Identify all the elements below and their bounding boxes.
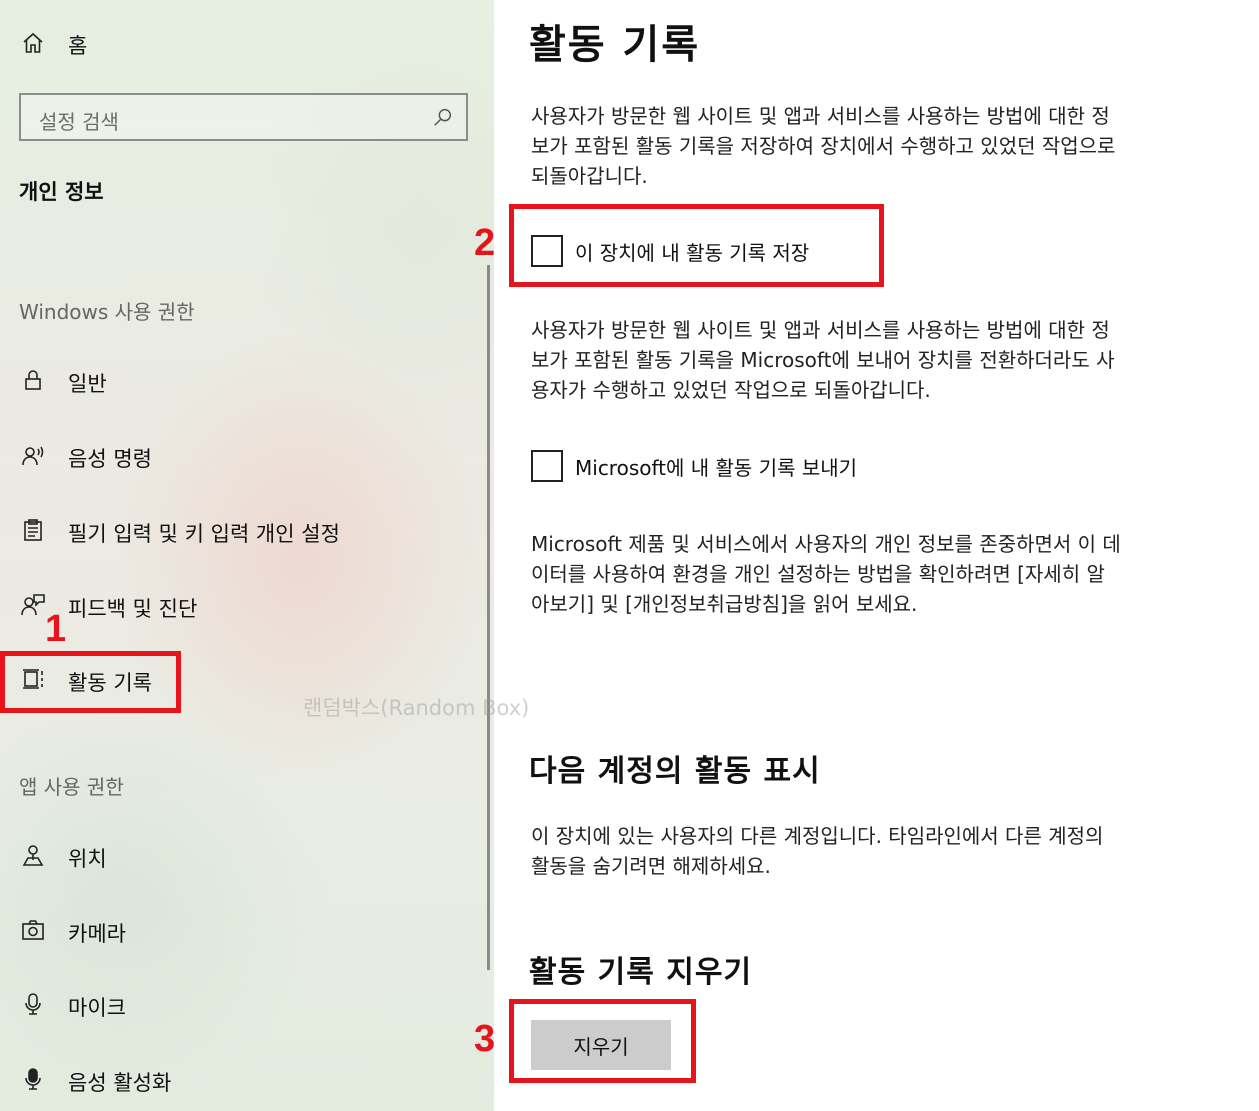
lock-icon xyxy=(20,367,46,393)
home-icon[interactable] xyxy=(20,30,46,56)
search-placeholder: 설정 검색 xyxy=(39,110,119,134)
sidebar-item-inking-typing[interactable]: 필기 입력 및 키 입력 개인 설정 xyxy=(68,518,340,548)
clear-history-heading: 활동 기록 지우기 xyxy=(529,955,753,990)
activity-history-page: 활동 기록 사용자가 방문한 웹 사이트 및 앱과 서비스를 사용하는 방법에 … xyxy=(494,0,1259,1111)
send-description: 사용자가 방문한 웹 사이트 및 앱과 서비스를 사용하는 방법에 대한 정 보… xyxy=(531,315,1231,405)
accounts-heading: 다음 계정의 활동 표시 xyxy=(529,754,821,789)
camera-icon xyxy=(20,917,46,943)
highlight-box-activity-history xyxy=(0,651,181,713)
send-line: 보가 포함된 활동 기록을 Microsoft에 보내어 장치를 전환하더라도 … xyxy=(531,348,1115,372)
voice-person-icon xyxy=(20,443,46,469)
microphone-icon xyxy=(20,991,46,1017)
section-title: 개인 정보 xyxy=(19,180,104,204)
send-line: 용자가 수행하고 있었던 작업으로 되돌아갑니다. xyxy=(531,378,931,402)
group-header-windows-permissions: Windows 사용 권한 xyxy=(19,300,195,324)
sidebar-item-location[interactable]: 위치 xyxy=(68,843,107,873)
sidebar-scrollbar[interactable] xyxy=(487,265,490,970)
privacy-description: Microsoft 제품 및 서비스에서 사용자의 개인 정보를 존중하면서 이… xyxy=(531,529,1231,619)
location-icon xyxy=(20,842,46,868)
sidebar-item-general[interactable]: 일반 xyxy=(68,368,107,398)
privacy-line: Microsoft 제품 및 서비스에서 사용자의 개인 정보를 존중하면서 이… xyxy=(531,532,1121,556)
watermark-text: 랜덤박스(Random Box) xyxy=(303,696,530,720)
voice-activation-icon xyxy=(20,1066,46,1092)
send-activity-checkbox-row[interactable]: Microsoft에 내 활동 기록 보내기 xyxy=(531,450,857,482)
intro-line: 보가 포함된 활동 기록을 저장하여 장치에서 수행하고 있었던 작업으로 xyxy=(531,134,1116,158)
send-activity-checkbox[interactable] xyxy=(531,450,563,482)
sidebar-item-voice-activation[interactable]: 음성 활성화 xyxy=(68,1067,171,1097)
intro-description: 사용자가 방문한 웹 사이트 및 앱과 서비스를 사용하는 방법에 대한 정 보… xyxy=(531,101,1231,191)
sidebar-item-microphone[interactable]: 마이크 xyxy=(68,992,126,1022)
highlight-box-clear-button xyxy=(509,999,696,1083)
group-header-app-permissions: 앱 사용 권한 xyxy=(19,775,124,799)
privacy-line: 아보기] 및 [개인정보취급방침]을 읽어 보세요. xyxy=(531,592,918,616)
annotation-number-3: 3 xyxy=(474,1018,496,1060)
send-line: 사용자가 방문한 웹 사이트 및 앱과 서비스를 사용하는 방법에 대한 정 xyxy=(531,318,1110,342)
accounts-line: 이 장치에 있는 사용자의 다른 계정입니다. 타임라인에서 다른 계정의 xyxy=(531,824,1104,848)
send-activity-label[interactable]: Microsoft에 내 활동 기록 보내기 xyxy=(575,452,857,481)
accounts-description: 이 장치에 있는 사용자의 다른 계정입니다. 타임라인에서 다른 계정의 활동… xyxy=(531,821,1231,881)
search-icon[interactable] xyxy=(432,106,454,128)
privacy-line: 이터를 사용하여 환경을 개인 설정하는 방법을 확인하려면 [자세히 알 xyxy=(531,562,1105,586)
sidebar-item-feedback[interactable]: 피드백 및 진단 xyxy=(68,593,197,623)
highlight-box-store-checkbox xyxy=(509,204,884,287)
sidebar-item-speech[interactable]: 음성 명령 xyxy=(68,443,152,473)
annotation-number-1: 1 xyxy=(45,608,67,650)
sidebar-item-camera[interactable]: 카메라 xyxy=(68,918,126,948)
annotation-number-2: 2 xyxy=(474,222,496,264)
accounts-line: 활동을 숨기려면 해제하세요. xyxy=(531,854,771,878)
settings-search-input[interactable]: 설정 검색 xyxy=(19,93,468,141)
feedback-person-icon xyxy=(20,592,46,618)
intro-line: 되돌아갑니다. xyxy=(531,164,648,188)
intro-line: 사용자가 방문한 웹 사이트 및 앱과 서비스를 사용하는 방법에 대한 정 xyxy=(531,104,1110,128)
settings-sidebar: 홈 설정 검색 개인 정보 Windows 사용 권한 일반 음성 명령 필기 … xyxy=(0,0,494,1111)
sidebar-home-link[interactable]: 홈 xyxy=(68,30,87,60)
page-title: 활동 기록 xyxy=(529,22,701,68)
clipboard-icon xyxy=(20,517,46,543)
